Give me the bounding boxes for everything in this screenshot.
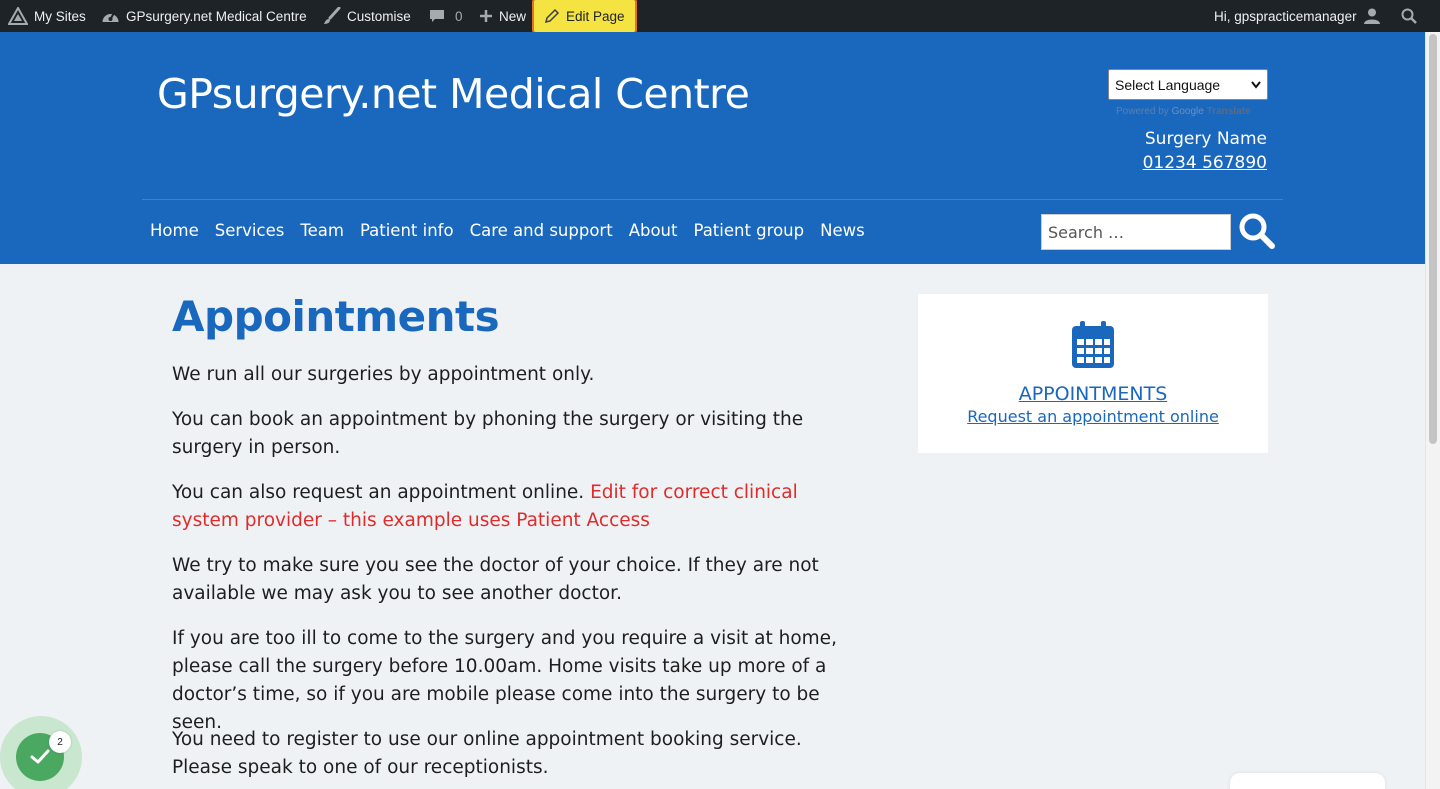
- edit-page-label: Edit Page: [566, 8, 625, 24]
- site-title[interactable]: GPsurgery.net Medical Centre: [157, 70, 750, 118]
- appointments-widget: APPOINTMENTS Request an appointment onli…: [918, 294, 1268, 453]
- paragraph-intro: We run all our surgeries by appointment …: [172, 364, 595, 385]
- my-sites-label: My Sites: [34, 8, 86, 24]
- site-header: GPsurgery.net Medical Centre Select Lang…: [0, 32, 1425, 264]
- paragraph-online-request: You can also request an appointment onli…: [172, 479, 862, 535]
- surgery-phone-link[interactable]: 01234 567890: [1143, 153, 1267, 173]
- account-menu[interactable]: Hi, gpspracticemanager: [1214, 0, 1381, 32]
- paragraph-doctor-choice: We try to make sure you see the doctor o…: [172, 555, 819, 604]
- nav-item-patient-group[interactable]: Patient group: [693, 221, 804, 240]
- translate-label: Translate: [1206, 106, 1251, 117]
- dashboard-icon: [102, 12, 119, 22]
- new-content-menu[interactable]: New: [479, 0, 526, 32]
- paragraph-register: You need to register to use our online a…: [172, 729, 802, 778]
- customise-link[interactable]: Customise: [323, 0, 411, 32]
- surgery-name: Surgery Name: [1144, 129, 1267, 149]
- paintbrush-icon: [324, 7, 341, 24]
- language-select-value: Select Language: [1115, 76, 1221, 93]
- my-sites-icon: [8, 7, 28, 25]
- scrollbar-thumb[interactable]: [1429, 34, 1437, 444]
- nav-item-news[interactable]: News: [820, 221, 865, 240]
- powered-by-label: Powered by: [1116, 106, 1169, 117]
- nav-item-services[interactable]: Services: [215, 221, 285, 240]
- request-appointment-link[interactable]: Request an appointment online: [918, 407, 1268, 426]
- site-name-menu[interactable]: GPsurgery.net Medical Centre: [101, 0, 307, 32]
- comment-icon: [430, 10, 444, 22]
- corner-popup-card[interactable]: [1230, 773, 1385, 789]
- new-label: New: [499, 8, 527, 24]
- site-name-label: GPsurgery.net Medical Centre: [126, 8, 307, 24]
- nav-item-home[interactable]: Home: [150, 221, 199, 240]
- appointments-widget-title[interactable]: APPOINTMENTS: [918, 383, 1268, 405]
- google-translate-credit: Powered by Google Translate: [1116, 106, 1251, 117]
- page-title: Appointments: [172, 292, 500, 341]
- comments-link[interactable]: 0: [429, 0, 463, 32]
- language-select[interactable]: Select Language: [1108, 69, 1268, 100]
- search-input[interactable]: [1041, 214, 1231, 250]
- chevron-down-icon: [1251, 80, 1261, 89]
- admin-search-button[interactable]: [1401, 0, 1417, 32]
- plus-icon: [480, 10, 492, 22]
- search-icon: [1239, 213, 1275, 249]
- header-divider: [142, 199, 1283, 200]
- comments-count: 0: [455, 8, 463, 24]
- nav-item-care-and-support[interactable]: Care and support: [470, 221, 613, 240]
- checkmark-icon: [30, 749, 50, 764]
- greeting-label: Hi, gpspracticemanager: [1214, 8, 1357, 24]
- user-avatar-icon: [1363, 8, 1380, 24]
- edit-page-button[interactable]: Edit Page: [532, 0, 637, 34]
- paragraph-home-visits: If you are too ill to come to the surger…: [172, 628, 837, 733]
- google-logo[interactable]: Google: [1172, 106, 1204, 117]
- search-icon: [1401, 8, 1417, 24]
- nav-item-about[interactable]: About: [629, 221, 678, 240]
- customise-label: Customise: [347, 8, 411, 24]
- admin-bar: My Sites GPsurgery.net Medical Centre Cu…: [0, 0, 1440, 34]
- checklist-count-badge: 2: [49, 731, 71, 753]
- paragraph-booking: You can book an appointment by phoning t…: [172, 409, 804, 458]
- calendar-icon[interactable]: [1071, 321, 1115, 369]
- nav-item-team[interactable]: Team: [300, 221, 344, 240]
- main-navigation: Home Services Team Patient info Care and…: [150, 221, 865, 240]
- pencil-icon: [544, 8, 560, 24]
- search-button[interactable]: [1238, 212, 1276, 250]
- nav-item-patient-info[interactable]: Patient info: [360, 221, 454, 240]
- online-request-text: You can also request an appointment onli…: [172, 482, 591, 503]
- page-scrollbar[interactable]: [1425, 32, 1440, 789]
- my-sites-menu[interactable]: My Sites: [8, 0, 86, 32]
